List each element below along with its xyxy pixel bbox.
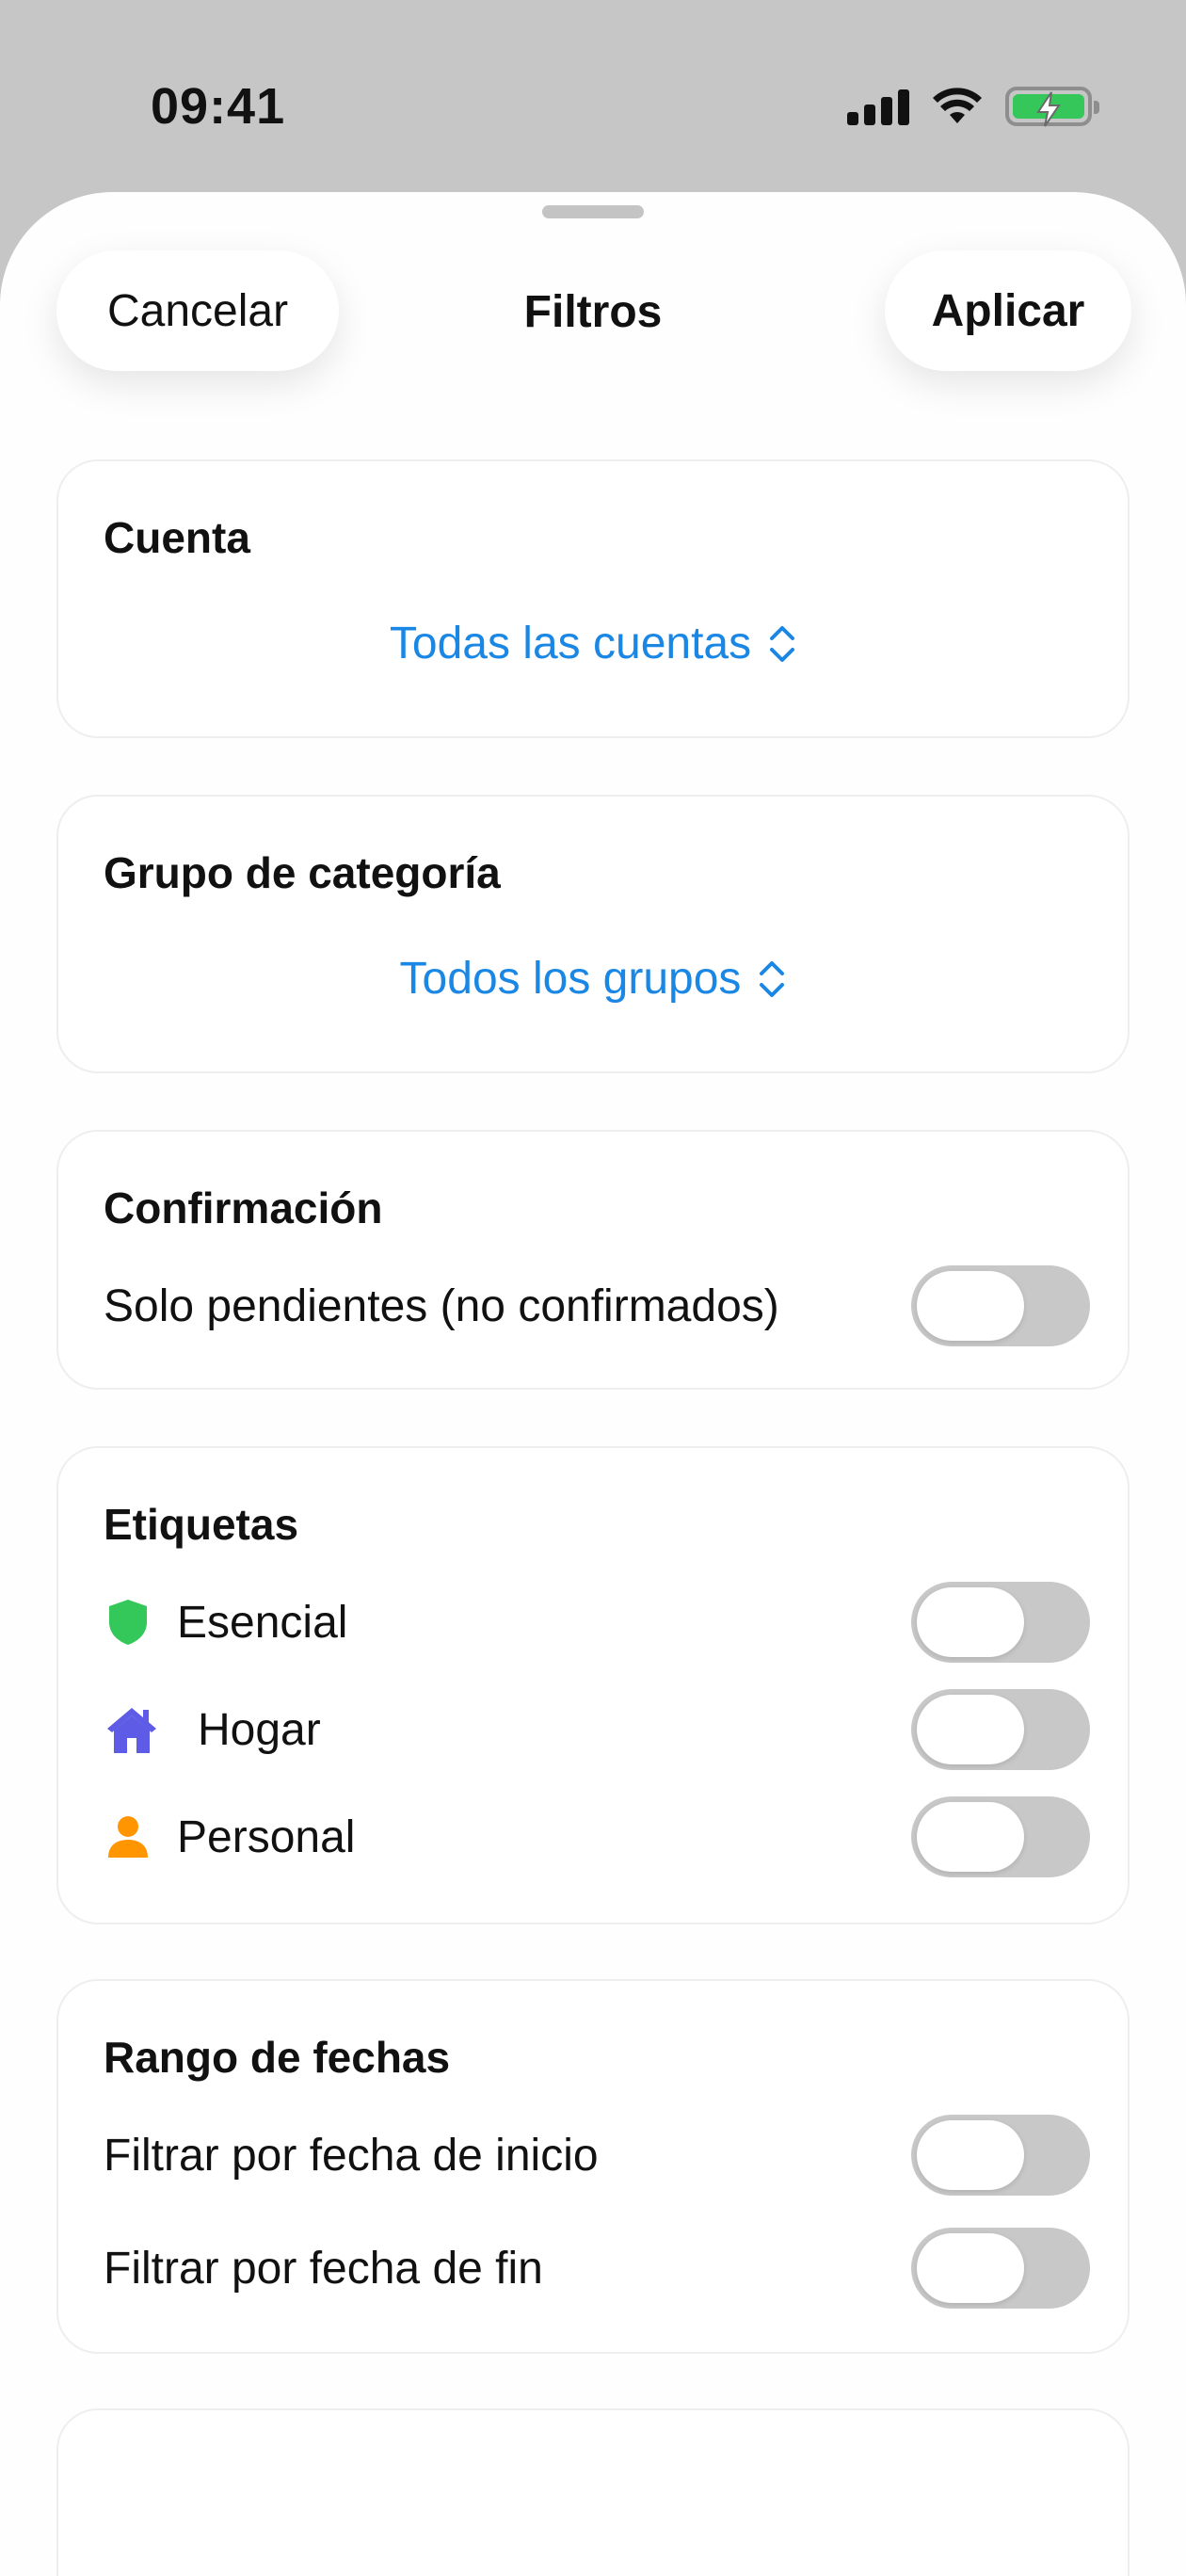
- pending-only-label: Solo pendientes (no confirmados): [104, 1280, 779, 1331]
- house-icon: [104, 1705, 160, 1754]
- tag-label-personal: Personal: [177, 1811, 356, 1862]
- category-group-picker[interactable]: Todos los grupos: [58, 953, 1128, 1005]
- tag-label-hogar: Hogar: [198, 1704, 321, 1755]
- end-date-toggle[interactable]: [911, 2228, 1090, 2309]
- status-bar: 09:41: [0, 0, 1186, 188]
- end-date-label: Filtrar por fecha de fin: [104, 2243, 543, 2294]
- tags-card: Etiquetas Esencial Hogar Personal: [56, 1446, 1130, 1924]
- apply-button[interactable]: Aplicar: [885, 250, 1131, 371]
- end-date-row: Filtrar por fecha de fin: [104, 2226, 1090, 2310]
- status-icons: [847, 87, 1099, 127]
- date-range-title: Rango de fechas: [104, 2033, 451, 2082]
- battery-icon: [1005, 87, 1099, 127]
- date-range-card: Rango de fechas Filtrar por fecha de ini…: [56, 1979, 1130, 2354]
- category-group-title: Grupo de categoría: [104, 848, 501, 897]
- person-icon: [104, 1812, 152, 1861]
- account-picker-value: Todas las cuentas: [389, 619, 752, 668]
- tag-toggle-hogar[interactable]: [911, 1689, 1090, 1770]
- confirmation-title: Confirmación: [104, 1183, 383, 1232]
- account-title: Cuenta: [104, 513, 250, 562]
- filters-sheet: Cancelar Filtros Aplicar Cuenta Todas la…: [0, 192, 1186, 2576]
- wifi-icon: [933, 88, 982, 123]
- shield-icon: [104, 1598, 152, 1647]
- account-card: Cuenta Todas las cuentas: [56, 459, 1130, 738]
- chevron-up-down-icon: [760, 960, 785, 997]
- status-time: 09:41: [151, 78, 286, 135]
- start-date-row: Filtrar por fecha de inicio: [104, 2113, 1090, 2198]
- tag-row-hogar: Hogar: [104, 1687, 1090, 1772]
- tag-toggle-esencial[interactable]: [911, 1582, 1090, 1663]
- sheet-grabber[interactable]: [542, 205, 644, 218]
- cellular-signal-icon: [847, 88, 909, 125]
- chevron-up-down-icon: [770, 625, 795, 662]
- confirmation-card: Confirmación Solo pendientes (no confirm…: [56, 1130, 1130, 1390]
- charging-bolt-icon: [1036, 91, 1061, 127]
- pending-only-toggle[interactable]: [911, 1265, 1090, 1346]
- category-group-card: Grupo de categoría Todos los grupos: [56, 795, 1130, 1073]
- category-group-picker-value: Todos los grupos: [399, 954, 742, 1004]
- tag-label-esencial: Esencial: [177, 1597, 348, 1648]
- pending-only-row: Solo pendientes (no confirmados): [104, 1264, 1090, 1348]
- tag-row-personal: Personal: [104, 1795, 1090, 1879]
- start-date-label: Filtrar por fecha de inicio: [104, 2130, 599, 2181]
- tag-row-esencial: Esencial: [104, 1580, 1090, 1665]
- next-card-partial: [56, 2408, 1130, 2576]
- tags-title: Etiquetas: [104, 1500, 299, 1549]
- account-picker[interactable]: Todas las cuentas: [58, 618, 1128, 669]
- start-date-toggle[interactable]: [911, 2115, 1090, 2196]
- tag-toggle-personal[interactable]: [911, 1796, 1090, 1877]
